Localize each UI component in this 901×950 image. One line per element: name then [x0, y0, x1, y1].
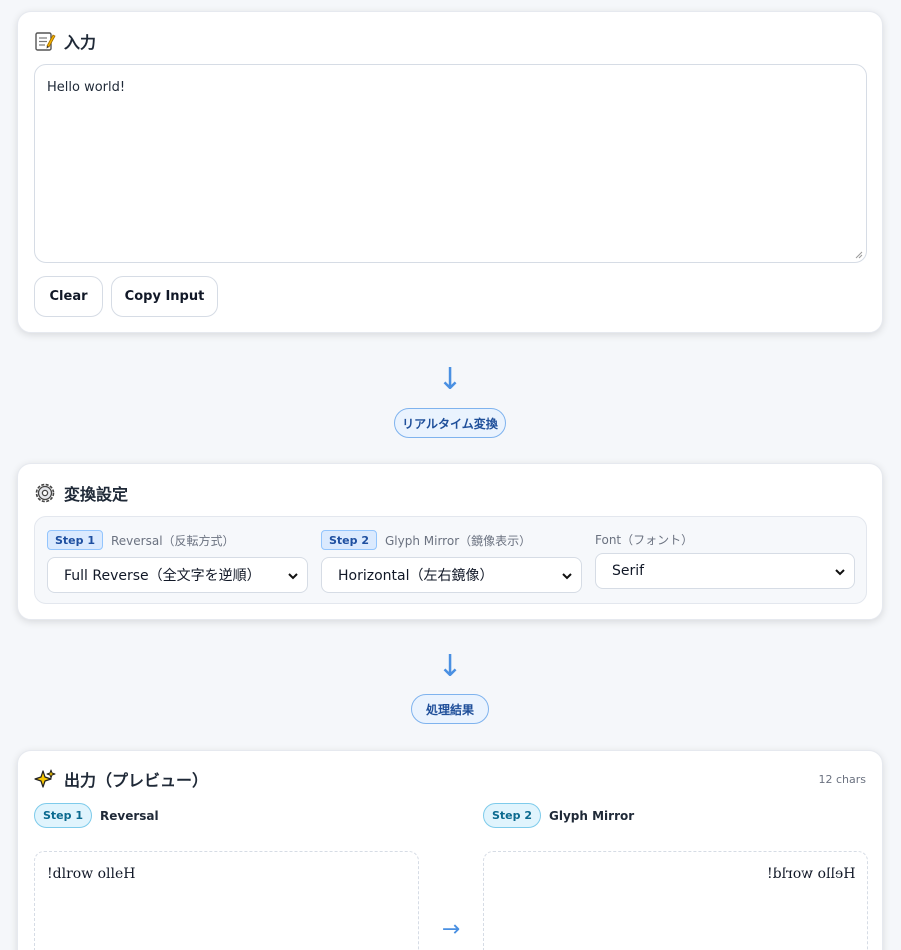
settings-card: 変換設定 Step 1 Reversal（反転方式） Full Reverse（… [17, 463, 883, 620]
reversal-preview: !dlrow olleH [34, 851, 419, 950]
down-arrow-icon: ↓ [437, 649, 463, 684]
step-badge: Step 1 [47, 530, 103, 550]
mirror-label: Step 2 Glyph Mirror（鏡像表示） [321, 529, 582, 551]
resize-grip-icon[interactable] [855, 251, 863, 259]
reversal-selected: Full Reverse（全文字を逆順） [64, 568, 261, 584]
chevron-down-icon [288, 573, 298, 580]
reversal-field: Step 1 Reversal（反転方式） Full Reverse（全文字を逆… [47, 529, 308, 593]
input-text: Hello world! [47, 80, 126, 95]
output-title: 出力（プレビュー） [64, 771, 209, 790]
step-badge: Step 1 [34, 803, 92, 828]
mirror-field: Step 2 Glyph Mirror（鏡像表示） Horizontal（左右鏡… [321, 529, 582, 593]
realtime-badge: リアルタイム変換 [394, 408, 506, 438]
output-step-2: Step 2 Glyph Mirror [483, 803, 634, 828]
font-label: Font（フォント） [595, 532, 694, 547]
chevron-down-icon [835, 569, 845, 576]
copy-input-button[interactable]: Copy Input [111, 276, 218, 317]
down-arrow-icon: ↓ [437, 362, 463, 397]
mirror-label-text: Glyph Mirror（鏡像表示） [385, 533, 532, 548]
char-count: 12 chars [818, 773, 866, 786]
input-title: 入力 [64, 33, 97, 52]
reversal-select[interactable]: Full Reverse（全文字を逆順） [47, 557, 308, 593]
step-label: Reversal [100, 808, 159, 823]
settings-title: 変換設定 [64, 485, 129, 504]
font-select[interactable]: Serif [595, 553, 855, 589]
mirror-output-text: Hello world! [766, 866, 856, 882]
step-badge: Step 2 [483, 803, 541, 828]
sparkles-icon [34, 768, 56, 790]
font-selected: Serif [612, 563, 645, 579]
output-card: 出力（プレビュー） 12 chars Step 1 Reversal Step … [17, 750, 883, 950]
chevron-down-icon [562, 573, 572, 580]
input-header: 入力 [34, 29, 96, 53]
clear-button[interactable]: Clear [34, 276, 103, 317]
reversal-output-text: !dlrow olleH [47, 866, 136, 882]
reversal-label-text: Reversal（反転方式） [111, 533, 235, 548]
mirror-select[interactable]: Horizontal（左右鏡像） [321, 557, 582, 593]
settings-panel: Step 1 Reversal（反転方式） Full Reverse（全文字を逆… [34, 516, 867, 604]
mirror-preview: Hello world! [483, 851, 868, 950]
memo-icon [34, 30, 56, 52]
gear-icon [34, 482, 56, 504]
right-arrow-icon: → [441, 917, 461, 942]
font-field: Font（フォント） Serif [595, 528, 855, 589]
step-label: Glyph Mirror [549, 808, 635, 823]
reversal-label: Step 1 Reversal（反転方式） [47, 529, 308, 551]
output-header: 出力（プレビュー） [34, 767, 208, 791]
result-badge: 処理結果 [411, 694, 489, 724]
input-textarea[interactable]: Hello world! [34, 64, 867, 263]
settings-header: 変換設定 [34, 481, 128, 505]
input-card: 入力 Hello world! Clear Copy Input [17, 11, 883, 333]
step-badge: Step 2 [321, 530, 377, 550]
mirror-selected: Horizontal（左右鏡像） [338, 568, 494, 584]
output-step-1: Step 1 Reversal [34, 803, 159, 828]
